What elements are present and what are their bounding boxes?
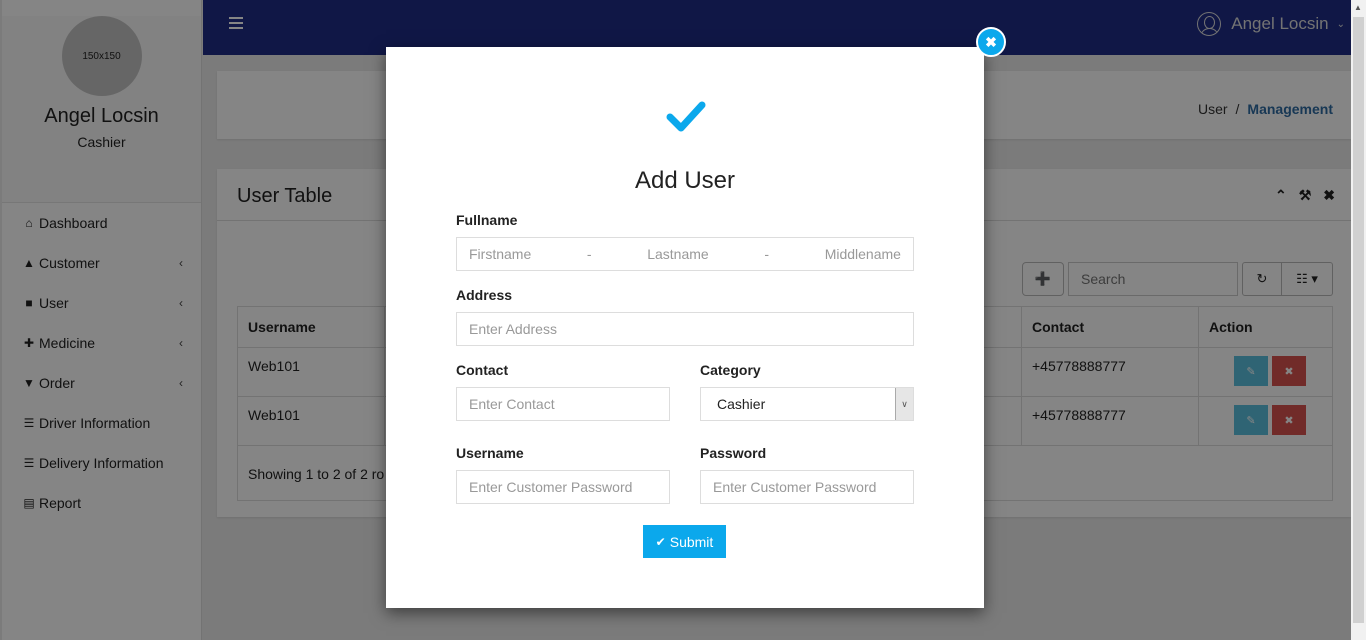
username-group: Username [456,445,670,504]
category-group: Category Cashier ∨ [700,362,914,421]
contact-label: Contact [456,362,509,378]
password-input[interactable] [700,470,914,504]
add-user-modal: Add User Fullname Firstname - Lastname -… [386,47,984,608]
address-label: Address [456,287,513,303]
category-label: Category [700,362,761,378]
checkmark-icon [666,101,706,132]
username-label: Username [456,445,524,461]
password-group: Password [700,445,914,504]
scrollbar-thumb[interactable] [1353,17,1364,623]
contact-input[interactable] [456,387,670,421]
check-icon: ✔ [655,534,666,549]
name-separator: - [764,246,770,262]
modal-close-button[interactable]: ✖ [976,27,1006,57]
category-selected-value: Cashier [717,396,766,412]
username-input[interactable] [456,470,670,504]
submit-label: Submit [669,533,714,550]
fullname-label: Fullname [456,212,518,228]
fullname-field[interactable]: Firstname - Lastname - Middlename [456,237,914,271]
modal-title: Add User [634,167,736,194]
scroll-up-icon[interactable]: ▲ [1354,3,1362,12]
credentials-row: Username Password [456,445,914,504]
chevron-down-icon: ∨ [895,388,913,420]
lastname-input[interactable]: Lastname [647,246,708,262]
password-label: Password [700,445,767,461]
firstname-input[interactable]: Firstname [469,246,531,262]
add-user-form: Fullname Firstname - Lastname - Middlena… [456,212,914,504]
name-separator: - [586,246,592,262]
contact-category-row: Contact Category Cashier ∨ [456,362,914,421]
contact-group: Contact [456,362,670,421]
submit-button[interactable]: ✔ Submit [643,525,726,558]
middlename-input[interactable]: Middlename [825,246,901,262]
page-scrollbar[interactable]: ▲ [1351,0,1366,640]
category-select[interactable]: Cashier ∨ [700,387,914,421]
address-input[interactable] [456,312,914,346]
close-icon: ✖ [985,33,997,50]
